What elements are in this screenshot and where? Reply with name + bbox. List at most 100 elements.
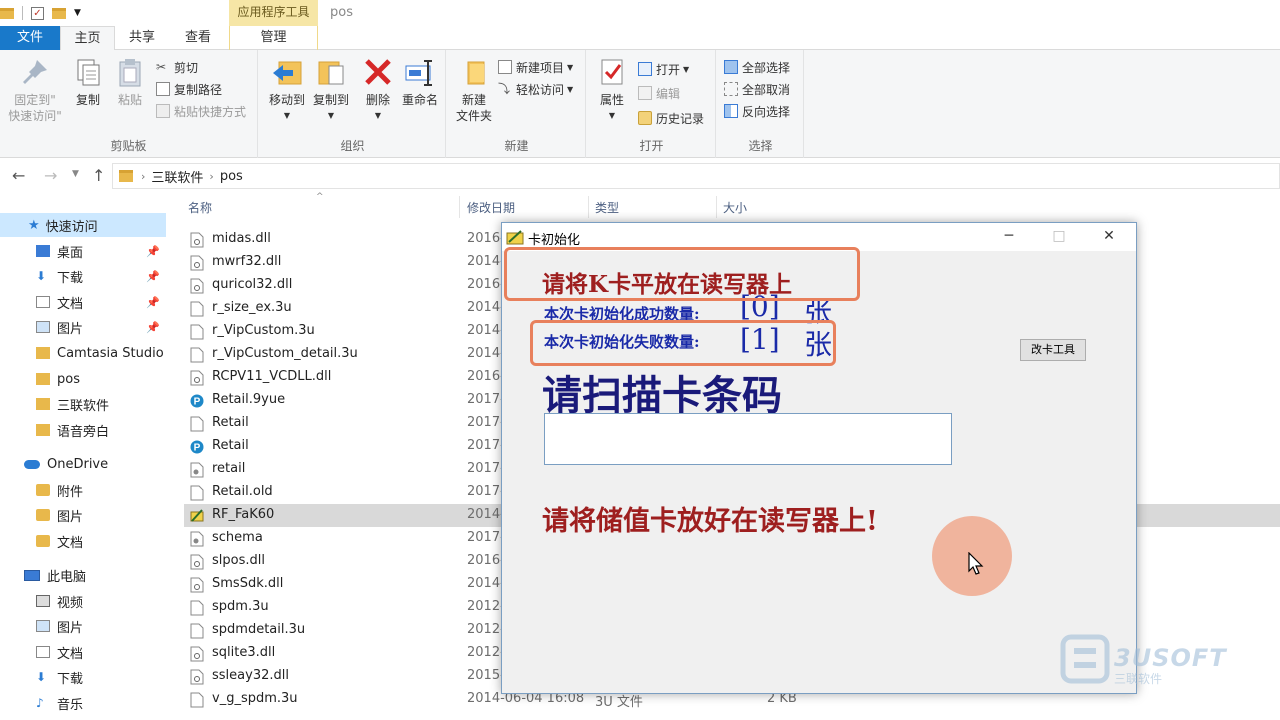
paste-button[interactable]: 粘贴 (112, 56, 148, 108)
copy-path-button[interactable]: 复制路径 (156, 79, 222, 99)
nav-pc-pictures[interactable]: 图片 (0, 614, 166, 638)
open-button[interactable]: 打开 ▼ (638, 59, 689, 79)
tab-view[interactable]: 查看 (170, 26, 226, 50)
new-item-button[interactable]: 新建项目 ▼ (498, 57, 573, 77)
nav-quick-access[interactable]: ★ 快速访问 (0, 213, 166, 237)
nav-item-documents[interactable]: 文档 📌 (0, 290, 166, 314)
file-name: slpos.dll (212, 553, 265, 568)
copy-button[interactable]: 复制 (70, 56, 106, 108)
nav-item-label: 文档 (57, 535, 84, 551)
maximize-button[interactable]: □ (1036, 226, 1082, 248)
nav-item-camtasia[interactable]: Camtasia Studio (0, 341, 166, 365)
nav-item-pictures[interactable]: 图片 📌 (0, 315, 166, 339)
file-date: 2012- (467, 645, 505, 660)
new-item-label: 新建项目 (516, 60, 565, 75)
breadcrumb-sanlian[interactable]: 三联软件 (151, 167, 203, 186)
properties-button[interactable]: 属性 ▼ (594, 56, 630, 124)
rename-label: 重命名 (401, 93, 438, 107)
column-header-size[interactable]: 大小 (723, 199, 747, 216)
tab-manage[interactable]: 管理 (229, 26, 318, 50)
breadcrumb-pos[interactable]: pos (220, 169, 243, 184)
nav-item-pos[interactable]: pos (0, 367, 166, 391)
nav-item-sanlian[interactable]: 三联软件 (0, 392, 166, 416)
paste-shortcut-button[interactable]: 粘贴快捷方式 (156, 101, 246, 121)
column-header-name[interactable]: 名称 (188, 199, 212, 216)
tab-file[interactable]: 文件 (0, 26, 60, 50)
move-to-label: 移动到 (268, 93, 305, 107)
pin-icon[interactable]: 📌 (146, 296, 160, 309)
chevron-right-icon[interactable]: › (209, 170, 213, 183)
new-folder-icon (458, 56, 490, 88)
chevron-right-icon[interactable]: › (141, 170, 145, 183)
nav-item-voiceover[interactable]: 语音旁白 (0, 418, 166, 442)
paste-shortcut-label: 粘贴快捷方式 (174, 104, 247, 119)
pin-quick-access-button[interactable]: 固定到" 快速访问" (6, 56, 64, 124)
move-to-button[interactable]: 移动到 ▼ (264, 56, 310, 124)
new-folder-button[interactable]: 新建 文件夹 (452, 56, 496, 124)
file-file-icon (190, 347, 204, 363)
file-file-icon (190, 623, 204, 639)
nav-item-label: 文档 (57, 296, 84, 312)
close-button[interactable]: ✕ (1086, 226, 1132, 248)
nav-pc-downloads[interactable]: ⬇ 下载 (0, 665, 166, 689)
file-date: 2015- (467, 668, 505, 683)
invert-selection-button[interactable]: 反向选择 (724, 101, 790, 121)
copy-to-icon (315, 56, 347, 88)
file-name: Retail (212, 415, 249, 430)
delete-button[interactable]: 删除 ▼ (360, 56, 396, 124)
nav-onedrive-documents[interactable]: 文档 (0, 529, 166, 553)
new-folder-icon[interactable] (52, 7, 66, 19)
cfg-file-icon (190, 531, 204, 547)
properties-check-icon[interactable]: ✓ (31, 6, 44, 20)
change-card-tool-button[interactable]: 改卡工具 (1020, 339, 1086, 361)
file-name: spdmdetail.3u (212, 622, 306, 637)
select-none-button[interactable]: 全部取消 (724, 79, 790, 99)
rename-button[interactable]: 重命名 (398, 56, 442, 108)
column-header-type[interactable]: 类型 (595, 199, 619, 216)
nav-item-downloads[interactable]: ⬇ 下载 📌 (0, 264, 166, 288)
chevron-down-icon[interactable]: ▼ (74, 8, 81, 18)
highlight-box-fail-count (530, 320, 836, 366)
nav-item-label: pos (57, 371, 80, 387)
group-label-new: 新建 (504, 139, 529, 153)
nav-pc-documents[interactable]: 文档 (0, 640, 166, 664)
nav-pc-music[interactable]: ♪ 音乐 (0, 691, 166, 715)
select-all-button[interactable]: 全部选择 (724, 57, 790, 77)
minimize-button[interactable]: ─ (986, 226, 1032, 248)
copy-icon (72, 56, 104, 88)
download-icon: ⬇ (36, 269, 47, 283)
rename-icon (404, 56, 436, 88)
divider (588, 196, 589, 218)
pin-icon[interactable]: 📌 (146, 245, 160, 258)
nav-this-pc[interactable]: 此电脑 (0, 563, 166, 587)
nav-onedrive-attachments[interactable]: 附件 (0, 478, 166, 502)
nav-onedrive-pictures[interactable]: 图片 (0, 503, 166, 527)
easy-access-button[interactable]: ⤵ 轻松访问 ▼ (498, 79, 573, 99)
forward-arrow-icon[interactable]: → (44, 166, 57, 185)
nav-pc-videos[interactable]: 视频 (0, 589, 166, 613)
edit-button[interactable]: 编辑 (638, 83, 680, 103)
download-icon: ⬇ (36, 670, 47, 684)
address-field[interactable]: › 三联软件 › pos (112, 163, 1280, 189)
card-barcode-input[interactable] (544, 413, 952, 465)
back-arrow-icon[interactable]: ← (12, 166, 25, 185)
copy-to-button[interactable]: 复制到 ▼ (308, 56, 354, 124)
window-title: pos (330, 5, 353, 20)
file-name: r_VipCustom.3u (212, 323, 315, 338)
picture-icon (36, 620, 50, 632)
column-header-date[interactable]: 修改日期 (467, 199, 515, 216)
nav-onedrive[interactable]: OneDrive (0, 452, 166, 476)
up-arrow-icon[interactable]: ↑ (92, 166, 105, 185)
folder-icon[interactable] (0, 7, 14, 19)
cut-button[interactable]: ✂ 剪切 (156, 57, 198, 77)
tab-home[interactable]: 主页 (60, 26, 115, 50)
pin-icon[interactable]: 📌 (146, 270, 160, 283)
group-select: 全部选择 全部取消 反向选择 选择 (718, 50, 804, 158)
nav-item-label: 音乐 (57, 697, 84, 713)
chevron-down-icon[interactable]: ▼ (72, 169, 79, 179)
nav-item-desktop[interactable]: 桌面 📌 (0, 239, 166, 263)
history-button[interactable]: 历史记录 (638, 108, 704, 128)
group-label-open: 打开 (639, 139, 664, 153)
pin-icon[interactable]: 📌 (146, 321, 160, 334)
tab-share[interactable]: 共享 (117, 26, 167, 50)
